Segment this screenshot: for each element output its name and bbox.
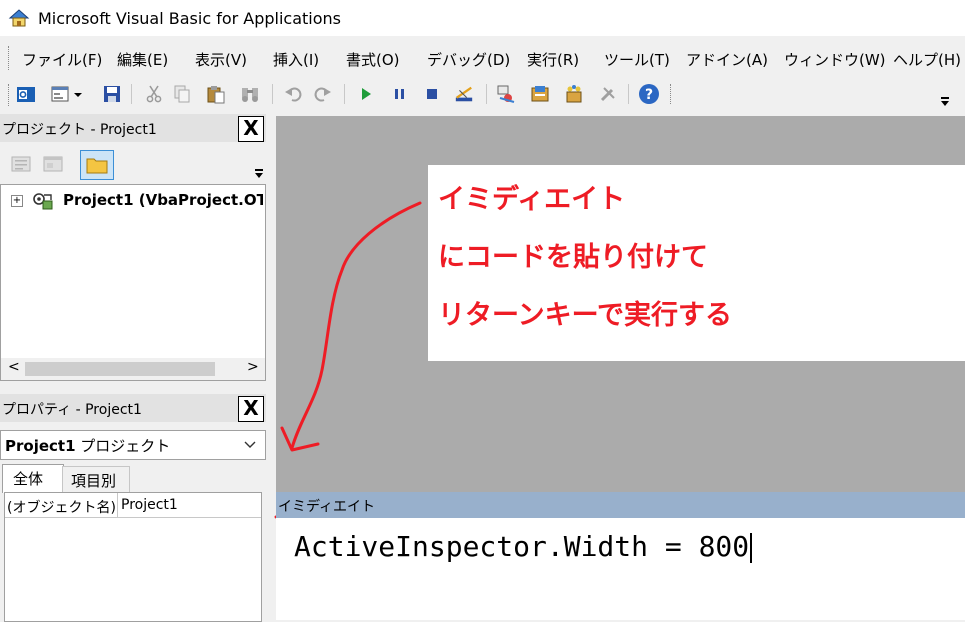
dropdown-arrow-icon[interactable] bbox=[72, 84, 84, 104]
svg-text:?: ? bbox=[645, 87, 653, 103]
menu-bar: ファイル(F) 編集(E) 表示(V) 挿入(I) 書式(O) デバッグ(D) … bbox=[0, 42, 965, 74]
properties-pane-close-button[interactable]: X bbox=[238, 396, 264, 422]
project-tree: + Project1 (VbaProject.OT bbox=[0, 184, 266, 360]
find-icon[interactable] bbox=[240, 84, 260, 104]
menu-edit[interactable]: 編集(E) bbox=[117, 49, 168, 70]
immediate-window-titlebar: イミディエイト bbox=[276, 492, 965, 518]
menu-insert[interactable]: 挿入(I) bbox=[273, 49, 319, 70]
scrollbar-thumb[interactable] bbox=[25, 362, 215, 376]
outlook-icon[interactable] bbox=[16, 84, 36, 104]
pane-toolbar-options-icon[interactable] bbox=[254, 168, 264, 180]
project-pane-header: プロジェクト - Project1 X bbox=[0, 114, 266, 142]
menu-window[interactable]: ウィンドウ(W) bbox=[784, 49, 886, 70]
dropdown-object-type: プロジェクト bbox=[75, 437, 171, 455]
property-row[interactable]: (オブジェクト名) Project1 bbox=[5, 493, 261, 518]
view-object-icon[interactable] bbox=[42, 154, 64, 174]
cut-icon[interactable] bbox=[144, 84, 164, 104]
menu-view[interactable]: 表示(V) bbox=[195, 49, 247, 70]
toolbar-grip[interactable] bbox=[670, 84, 673, 104]
immediate-window-title: イミディエイト bbox=[278, 499, 376, 515]
copy-icon[interactable] bbox=[172, 84, 192, 104]
scroll-left-icon[interactable]: < bbox=[8, 359, 20, 375]
text-caret bbox=[750, 533, 753, 563]
project-pane-close-button[interactable]: X bbox=[238, 116, 264, 142]
tab-categorized[interactable]: 項目別 bbox=[62, 466, 130, 493]
properties-pane-title: プロパティ - Project1 bbox=[2, 402, 142, 418]
properties-grid: (オブジェクト名) Project1 bbox=[4, 492, 262, 622]
toolbar-separator bbox=[344, 84, 345, 104]
menu-addins[interactable]: アドイン(A) bbox=[686, 49, 768, 70]
undo-icon[interactable] bbox=[284, 84, 304, 104]
vba-project-icon bbox=[33, 193, 53, 210]
redo-icon[interactable] bbox=[312, 84, 332, 104]
menu-debug[interactable]: デバッグ(D) bbox=[427, 49, 510, 70]
tab-categorized-label: 項目別 bbox=[71, 472, 117, 490]
break-icon[interactable] bbox=[390, 84, 410, 104]
menu-help[interactable]: ヘルプ(H) bbox=[893, 49, 961, 70]
scroll-right-icon[interactable]: > bbox=[247, 359, 259, 375]
toolbar-separator bbox=[628, 84, 629, 104]
insert-userform-icon[interactable] bbox=[50, 84, 70, 104]
menu-tools[interactable]: ツール(T) bbox=[604, 49, 670, 70]
properties-object-dropdown[interactable]: Project1 プロジェクト bbox=[0, 430, 266, 460]
pane-splitter[interactable] bbox=[266, 112, 276, 620]
toolbox-icon[interactable] bbox=[598, 84, 618, 104]
toolbar-separator bbox=[131, 84, 132, 104]
dropdown-value: Project1 プロジェクト bbox=[5, 435, 170, 456]
paste-icon[interactable] bbox=[206, 84, 226, 104]
property-name: (オブジェクト名) bbox=[7, 500, 116, 516]
run-icon[interactable] bbox=[356, 84, 376, 104]
immediate-code-text: ActiveInspector.Width = 800 bbox=[294, 530, 750, 563]
annotation-callout: イミディエイト にコードを貼り付けて リターンキーで実行する bbox=[428, 165, 965, 361]
reset-icon[interactable] bbox=[422, 84, 442, 104]
folder-icon bbox=[86, 158, 108, 174]
immediate-code-line[interactable]: ActiveInspector.Width = 800 bbox=[294, 530, 753, 563]
properties-pane-header: プロパティ - Project1 X bbox=[0, 394, 266, 422]
view-code-icon[interactable] bbox=[10, 154, 32, 174]
object-browser-icon[interactable] bbox=[564, 84, 584, 104]
menu-grip[interactable] bbox=[8, 46, 11, 70]
annotation-line-2: にコードを貼り付けて bbox=[438, 242, 708, 273]
toggle-folders-button[interactable] bbox=[80, 150, 114, 180]
project-tree-horizontal-scrollbar[interactable]: < > bbox=[0, 358, 266, 381]
window-title: Microsoft Visual Basic for Applications bbox=[38, 9, 342, 28]
project-explorer-icon[interactable] bbox=[496, 84, 516, 104]
column-divider bbox=[117, 493, 118, 517]
title-bar: Microsoft Visual Basic for Applications bbox=[0, 0, 965, 36]
immediate-window[interactable]: ActiveInspector.Width = 800 bbox=[276, 518, 965, 620]
standard-toolbar: ? bbox=[0, 78, 965, 112]
menu-file[interactable]: ファイル(F) bbox=[22, 49, 102, 70]
save-icon[interactable] bbox=[102, 84, 122, 104]
annotation-line-1: イミディエイト bbox=[438, 184, 626, 215]
property-value[interactable]: Project1 bbox=[121, 497, 178, 513]
toolbar-separator bbox=[272, 84, 273, 104]
design-mode-icon[interactable] bbox=[454, 84, 474, 104]
project-tree-item[interactable]: Project1 (VbaProject.OT bbox=[63, 191, 263, 209]
project-pane-title: プロジェクト - Project1 bbox=[2, 122, 157, 138]
tab-alphabetic-label: 全体 bbox=[13, 470, 44, 488]
tab-alphabetic[interactable]: 全体 bbox=[2, 464, 64, 493]
dropdown-object-name: Project1 bbox=[5, 437, 76, 455]
annotation-line-3: リターンキーで実行する bbox=[438, 300, 733, 331]
help-icon[interactable]: ? bbox=[638, 83, 660, 105]
toolbar-grip[interactable] bbox=[8, 84, 11, 106]
chevron-down-icon bbox=[244, 441, 256, 448]
menu-run[interactable]: 実行(R) bbox=[527, 49, 579, 70]
toolbar-separator bbox=[486, 84, 487, 104]
project-pane-toolbar bbox=[0, 146, 266, 184]
toolbar-options-icon[interactable] bbox=[940, 96, 950, 108]
expand-toggle-icon[interactable]: + bbox=[11, 195, 23, 207]
vba-app-icon bbox=[8, 9, 30, 27]
menu-format[interactable]: 書式(O) bbox=[346, 49, 400, 70]
toolbar-position-field bbox=[668, 82, 953, 108]
properties-window-icon[interactable] bbox=[530, 84, 550, 104]
